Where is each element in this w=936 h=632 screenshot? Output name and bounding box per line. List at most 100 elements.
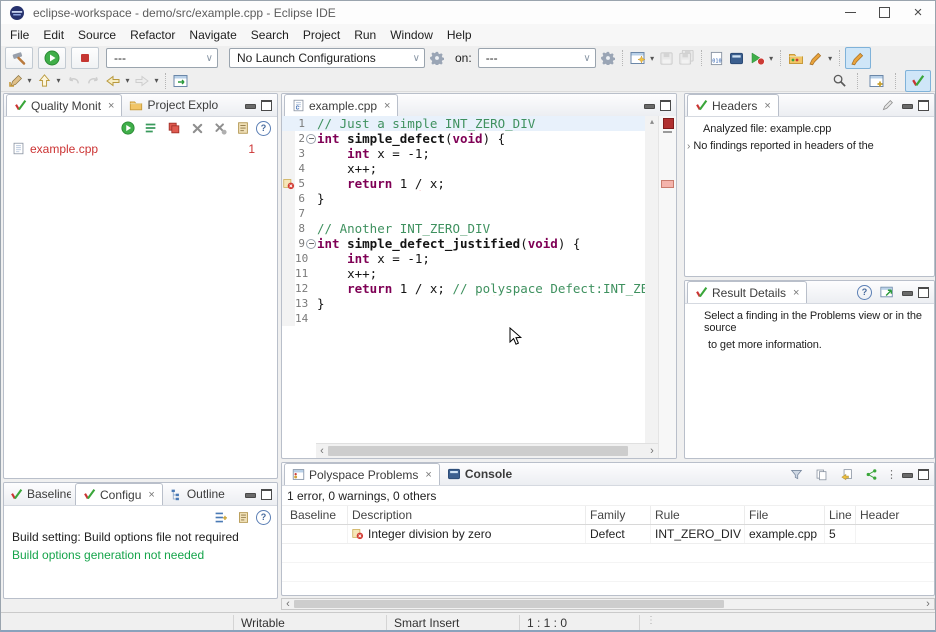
new-wizard-button[interactable] [629,49,647,67]
code-text[interactable]: return 1 / x; // polyspace Defect:INT_ZE… [317,281,645,296]
line-marker-margin[interactable] [282,116,295,131]
build-all-button[interactable] [5,47,33,69]
code-line-7[interactable]: 7 [282,206,645,221]
last-edit-location-button[interactable] [6,72,24,90]
minimize-view-icon[interactable] [902,291,913,296]
line-marker-margin[interactable] [282,161,295,176]
line-number[interactable]: 12 [295,281,305,296]
tab-outline[interactable]: Outline [163,483,232,505]
back-button[interactable] [104,72,122,90]
fold-margin[interactable] [305,131,317,146]
code-text[interactable]: x++; [317,161,645,176]
next-edit-button[interactable] [84,72,102,90]
tab-example-cpp[interactable]: c example.cpp × [284,94,398,116]
line-marker-margin[interactable] [282,191,295,206]
expand-options-button[interactable] [211,508,229,526]
fold-margin[interactable] [305,206,317,221]
code-text[interactable]: int simple_defect(void) { [317,131,645,146]
search-button[interactable] [830,72,848,90]
line-marker-margin[interactable] [282,146,295,161]
code-text[interactable]: int x = -1; [317,146,645,161]
maximize-view-icon[interactable] [261,489,272,500]
maximize-view-icon[interactable] [918,100,929,111]
polyspace-perspective-button[interactable] [905,70,931,92]
menu-search[interactable]: Search [244,26,296,44]
annotate-button[interactable] [807,49,825,67]
line-marker-margin[interactable] [282,221,295,236]
remove-results-button[interactable] [165,119,183,137]
code-line-3[interactable]: 3 int x = -1; [282,146,645,161]
highlight-findings-toggle[interactable] [845,47,871,69]
chevron-down-icon[interactable]: ▾ [123,76,132,85]
chevron-down-icon[interactable]: ▾ [54,76,63,85]
line-number[interactable]: 2 [295,131,305,146]
forward-button[interactable] [133,72,151,90]
code-line-9[interactable]: 9 int simple_defect_justified(void) { [282,236,645,251]
help-icon[interactable]: ? [857,285,872,300]
code-line-1[interactable]: 1// Just a simple INT_ZERO_DIV [282,116,645,131]
close-button[interactable]: × [901,1,935,24]
code-line-8[interactable]: 8// Another INT_ZERO_DIV [282,221,645,236]
analyzed-file-row[interactable]: example.cpp 1 [4,139,277,158]
chevron-down-icon[interactable]: ▾ [767,54,776,63]
code-text[interactable]: x++; [317,266,645,281]
save-all-button[interactable] [678,49,696,67]
delete-button[interactable] [188,119,206,137]
previous-edit-button[interactable] [64,72,82,90]
line-marker-margin[interactable] [282,236,295,251]
tab-console[interactable]: Console [440,463,519,485]
line-number[interactable]: 7 [295,206,305,221]
error-indicator[interactable] [663,118,674,129]
code-line-6[interactable]: 6} [282,191,645,206]
no-findings-row[interactable]: › No findings reported in headers of the [685,135,934,153]
scroll-right-icon[interactable]: › [922,598,934,611]
scroll-left-icon[interactable]: ‹ [282,598,294,611]
chevron-down-icon[interactable]: ▾ [826,54,835,63]
config-report-button[interactable] [234,508,252,526]
scrollbar-thumb[interactable] [328,446,628,456]
tab-headers[interactable]: Headers × [687,94,779,116]
code-text[interactable]: int simple_defect_justified(void) { [317,236,645,251]
problem-row[interactable]: Integer division by zeroDefectINT_ZERO_D… [282,525,934,544]
menu-edit[interactable]: Edit [36,26,71,44]
start-analysis-button[interactable] [119,119,137,137]
line-marker-margin[interactable] [282,311,295,326]
fold-margin[interactable] [305,161,317,176]
help-icon[interactable]: ? [256,510,271,525]
delete-all-button[interactable] [211,119,229,137]
error-line-marker[interactable] [661,180,674,188]
maximize-view-icon[interactable] [660,100,671,111]
line-number[interactable]: 8 [295,221,305,236]
tab-result-details[interactable]: Result Details × [687,281,807,303]
minimize-view-icon[interactable] [902,104,913,109]
code-line-14[interactable]: 14 [282,311,645,326]
tab-quality-monitoring[interactable]: Quality Monit × [6,94,122,116]
fold-margin[interactable] [305,251,317,266]
line-marker-margin[interactable] [282,296,295,311]
menu-help[interactable]: Help [440,26,479,44]
line-number[interactable]: 3 [295,146,305,161]
code-text[interactable]: return 1 / x; [317,176,645,191]
line-marker-margin[interactable] [282,131,295,146]
scroll-right-icon[interactable]: › [646,445,658,458]
expand-chevron-icon[interactable]: › [687,140,690,153]
maximize-view-icon[interactable] [918,287,929,298]
code-line-13[interactable]: 13} [282,296,645,311]
fold-margin[interactable] [305,236,317,251]
link-with-editor-button[interactable] [172,72,190,90]
maximize-view-icon[interactable] [261,100,272,111]
show-list-button[interactable] [142,119,160,137]
menu-file[interactable]: File [3,26,36,44]
line-number[interactable]: 9 [295,236,305,251]
view-menu-icon[interactable]: ⋮ [886,468,897,481]
stop-button[interactable] [71,47,99,69]
open-perspective-button[interactable] [868,72,886,90]
scrollbar-thumb[interactable] [294,600,724,608]
launch-mode-combo[interactable]: --- ∨ [106,48,218,68]
line-marker-margin[interactable] [282,281,295,296]
code-text[interactable]: int x = -1; [317,251,645,266]
code-line-12[interactable]: 12 return 1 / x; // polyspace Defect:INT… [282,281,645,296]
fold-margin[interactable] [305,176,317,191]
menu-project[interactable]: Project [296,26,347,44]
chevron-down-icon[interactable]: ▾ [648,54,657,63]
